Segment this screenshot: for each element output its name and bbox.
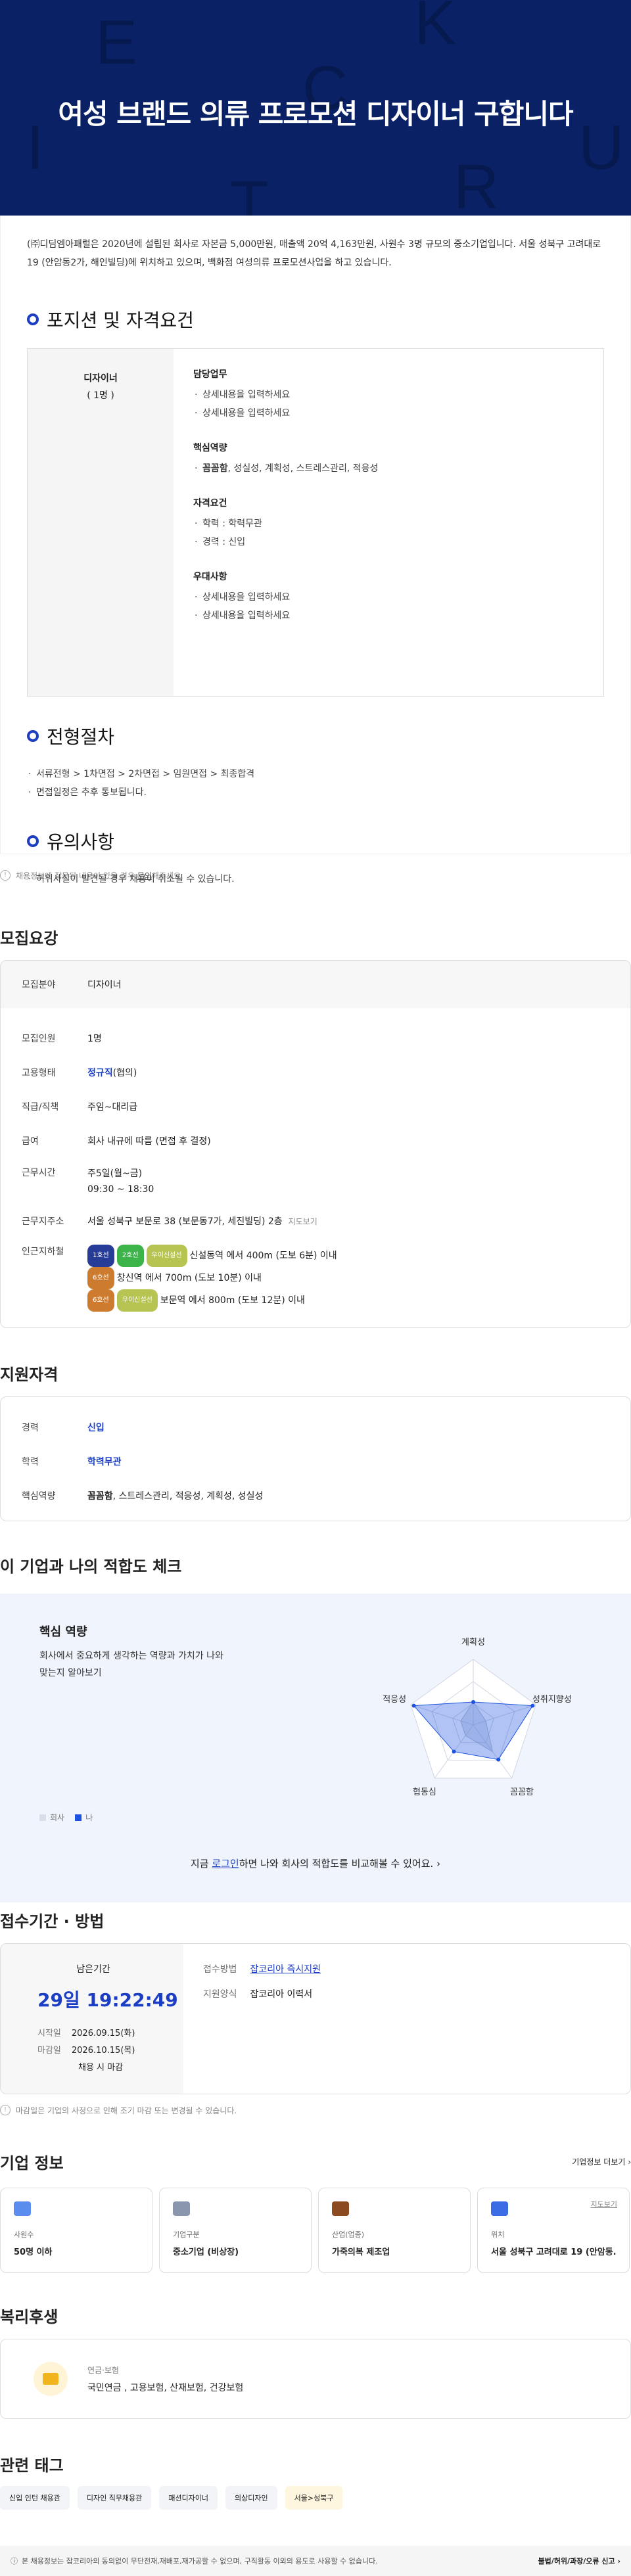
map-link[interactable]: 지도보기 (591, 2199, 617, 2209)
radar-axis-label: 계획성 (461, 1638, 485, 1647)
section-heading: 기업 정보 (0, 2154, 64, 2173)
company-cards: 사원수 50명 이하 기업구분 중소기업 (비상장) 산업(업종) 가죽의복 제조업 지도보… (0, 2188, 631, 2273)
radar-point (471, 1700, 475, 1704)
subway-line-badge: 우이신설선 (146, 1245, 187, 1267)
tag-item[interactable]: 디자인 직무채용관 (77, 2486, 152, 2510)
section-bullet-icon (27, 313, 39, 325)
footer: ⓘ 본 채용정보는 잡코리아의 동의없이 무단전재,재배포,재가공할 수 없으며,… (0, 2546, 631, 2576)
pension-icon (34, 2362, 68, 2396)
section-heading: 모집요강 (0, 929, 58, 948)
group-title: 우대사항 (193, 572, 227, 582)
apply-now-link[interactable]: 잡코리아 즉시지원 (250, 1964, 321, 1975)
subway-line-badge: 2호선 (116, 1245, 144, 1267)
radar-axis-label: 꼼꼼함 (510, 1787, 534, 1797)
station-item: 6호선 우이신설선 보문역 에서 800m (도보 12분) 이내 (87, 1289, 337, 1312)
section-heading: 접수기간 · 방법 (0, 1912, 105, 1931)
briefcase-icon (332, 2201, 349, 2216)
decor-letter: E (95, 7, 138, 78)
section-title: 포지션 및 자격요건 (47, 310, 194, 331)
radar-point (452, 1749, 456, 1754)
chevron-right-icon: › (436, 1858, 441, 1870)
tag-item[interactable]: 신입 인턴 채용관 (0, 2486, 70, 2510)
decor-letter: R (454, 152, 500, 216)
subway-line-badge: 6호선 (87, 1267, 114, 1289)
radar-point (411, 1703, 416, 1708)
section-bullet-icon (27, 730, 39, 742)
remaining-time: 29일 19:22:49 (37, 1989, 178, 2011)
company-card: 기업구분 중소기업 (비상장) (159, 2188, 312, 2273)
subway-line-badge: 우이신설선 (116, 1289, 158, 1312)
tag-item[interactable]: 서울>성북구 (285, 2486, 343, 2510)
group-item: 상세내용을 입력하세요 (193, 607, 584, 625)
building-icon (173, 2201, 190, 2216)
group-item: 상세내용을 입력하세요 (193, 588, 584, 607)
radar-axis-label: 성취지향성 (532, 1695, 572, 1705)
group-title: 자격요건 (193, 498, 227, 509)
group-title: 담당업무 (193, 369, 227, 380)
radar-axis-label: 적응성 (383, 1695, 406, 1705)
period-box: 남은기간 29일 19:22:49 시작일 2026.09.15(화) 마감일 20… (0, 1943, 631, 2094)
radar-chart: 계획성성취지향성꼼꼼함 협동심 적응성 (383, 1638, 572, 1797)
section-title: 유의사항 (47, 831, 115, 853)
group-item: 꼼꼼함, 성실성, 계획성, 스트레스관리, 적응성 (193, 459, 584, 478)
company-card: 산업(업종) 가죽의복 제조업 (318, 2188, 471, 2273)
posting-body: (㈜디딤엠아패럴은 2020년에 설립된 회사로 자본금 5,000만원, 매출… (0, 216, 631, 888)
report-link[interactable]: 불법/허위/과장/오류 신고 › (538, 2556, 620, 2566)
radar-point (496, 1757, 501, 1762)
fit-cta: 지금 로그인하면 나와 회사의 적합도를 비교해볼 수 있어요. › (190, 1858, 441, 1870)
section-heading: 관련 태그 (0, 2456, 64, 2475)
station-item: 6호선 창신역 에서 700m (도보 10분) 이내 (87, 1267, 337, 1289)
caution-item: 허위사실이 발견될 경우 채용이 취소될 수 있습니다. (27, 870, 604, 888)
section-heading: 지원자격 (0, 1366, 58, 1384)
decor-letter: K (414, 0, 457, 58)
role-name: 디자이너 (83, 373, 118, 384)
fit-panel: 핵심 역량 회사에서 중요하게 생각하는 역량과 가치가 나와 맞는지 알아보기… (0, 1594, 631, 1902)
decor-letter: T (230, 168, 269, 216)
map-link[interactable]: 지도보기 (289, 1216, 317, 1227)
work-address: 서울 성북구 보문로 38 (보문동7가, 세진빌딩) 2층 (87, 1216, 283, 1227)
section-heading: 복리후생 (0, 2308, 58, 2326)
location-icon (491, 2201, 508, 2216)
hero-banner: E K I C R U T 여성 브랜드 의류 프로모션 디자이너 구합니다 (0, 0, 631, 216)
login-link[interactable]: 로그인 (212, 1858, 239, 1870)
info-icon: ! (0, 870, 11, 881)
group-item: 상세내용을 입력하세요 (193, 404, 584, 423)
info-icon: ! (0, 2105, 11, 2115)
qual-box: 경력 신입 학력 학력무관 핵심역량 꼼꼼함, 스트레스관리, 적응성, 계획성, 성… (0, 1396, 631, 1521)
position-table: 디자이너 ( 1명 ) 담당업무 상세내용을 입력하세요상세내용을 입력하세요 … (27, 348, 604, 697)
process-item: 서류전형 > 1차면접 > 2차면접 > 임원면접 > 최종합격 (27, 765, 604, 783)
subway-line-badge: 6호선 (87, 1289, 114, 1312)
section-title: 전형절차 (47, 726, 115, 748)
recruit-box: 모집분야 디자이너 모집인원 1명 고용형태 정규직 (협의) 직급/직책 주임~대리급 … (0, 960, 631, 1328)
legend-company-swatch (39, 1814, 46, 1821)
legend-me-swatch (75, 1814, 82, 1821)
welfare-box: 연금·보험 국민연금 , 고용보험, 산재보험, 건강보험 (0, 2339, 631, 2419)
radar-point (530, 1703, 535, 1708)
radar-axis-label: 협동심 (413, 1787, 436, 1797)
group-item: 상세내용을 입력하세요 (193, 386, 584, 404)
tag-item[interactable]: 패션디자이너 (159, 2486, 218, 2510)
section-bullet-icon (27, 835, 39, 847)
section-heading: 이 기업과 나의 적합도 체크 (0, 1557, 182, 1576)
people-icon (14, 2201, 31, 2216)
company-card: 지도보기 위치 서울 성북구 고려대로 19 (안암동... (477, 2188, 630, 2273)
process-item: 면접일정은 추후 통보됩니다. (27, 783, 604, 802)
station-list: 1호선 2호선 우이신설선 신설동역 에서 400m (도보 6분) 이내 6호선 창신역… (87, 1245, 337, 1312)
page-title: 여성 브랜드 의류 프로모션 디자이너 구합니다 (58, 98, 573, 130)
group-item: 경력 : 신입 (193, 533, 584, 551)
role-count: ( 1명 ) (87, 390, 114, 401)
company-card: 사원수 50명 이하 (0, 2188, 152, 2273)
tag-item[interactable]: 의상디자인 (225, 2486, 277, 2510)
tag-list: 신입 인턴 채용관 디자인 직무채용관 패션디자이너 의상디자인 서울>성북구 (0, 2486, 631, 2510)
subway-line-badge: 1호선 (87, 1245, 114, 1267)
company-more-link[interactable]: 기업정보 더보기 › (572, 2156, 631, 2167)
group-item: 학력 : 학력무관 (193, 515, 584, 533)
group-title: 핵심역량 (193, 443, 227, 453)
company-intro: (㈜디딤엠아패럴은 2020년에 설립된 회사로 자본금 5,000만원, 매출… (27, 239, 601, 268)
station-item: 1호선 2호선 우이신설선 신설동역 에서 400m (도보 6분) 이내 (87, 1245, 337, 1267)
footer-text: ⓘ 본 채용정보는 잡코리아의 동의없이 무단전재,재배포,재가공할 수 없으며,… (11, 2557, 378, 2565)
